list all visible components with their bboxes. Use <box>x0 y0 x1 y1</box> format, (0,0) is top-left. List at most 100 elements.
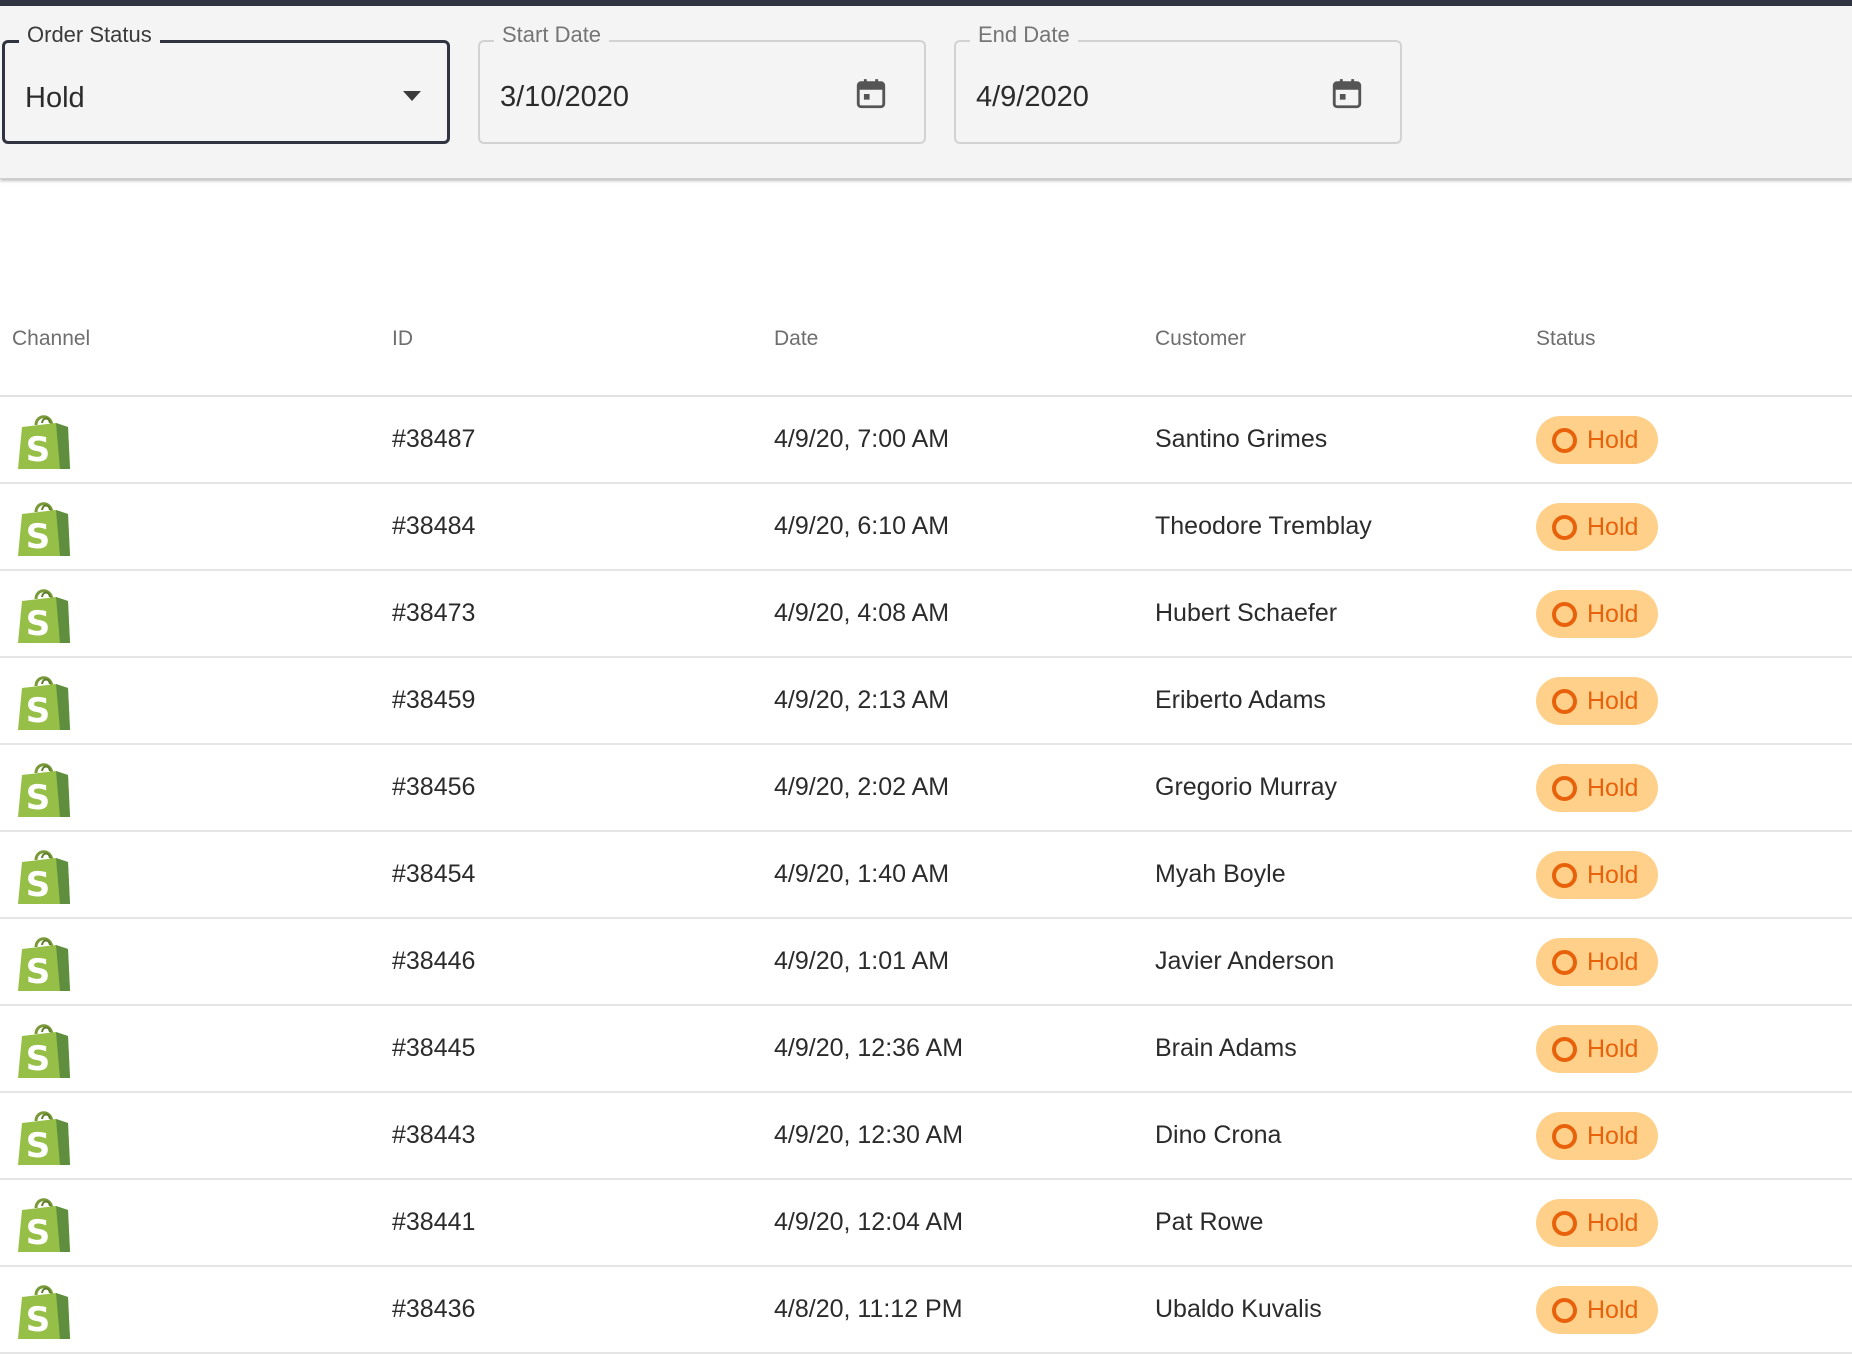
order-status-select[interactable]: Order Status Hold <box>2 22 450 144</box>
svg-text:S: S <box>26 1126 51 1166</box>
order-id[interactable]: #38487 <box>392 424 475 454</box>
shopify-bag-icon: S <box>18 502 70 557</box>
order-id[interactable]: #38445 <box>392 1033 475 1063</box>
order-status-label: Order Status <box>19 22 160 48</box>
shopify-bag-icon: S <box>18 415 70 470</box>
table-row[interactable]: S #38443 4/9/20, 12:30 AM Dino Crona Hol… <box>0 1093 1852 1180</box>
svg-text:S: S <box>26 865 51 905</box>
end-date-field[interactable]: End Date 4/9/2020 <box>954 22 1402 144</box>
status-badge: Hold <box>1536 851 1658 899</box>
table-row[interactable]: S #38487 4/9/20, 7:00 AM Santino Grimes … <box>0 397 1852 484</box>
svg-text:S: S <box>26 691 51 731</box>
table-row[interactable]: S #38441 4/9/20, 12:04 AM Pat Rowe Hold <box>0 1180 1852 1267</box>
order-date: 4/9/20, 12:04 AM <box>774 1208 964 1236</box>
table-row[interactable]: S #38454 4/9/20, 1:40 AM Myah Boyle Hold <box>0 832 1852 919</box>
column-header-id[interactable]: ID <box>392 326 413 352</box>
status-text: Hold <box>1587 687 1639 715</box>
status-text: Hold <box>1587 600 1639 628</box>
order-date: 4/9/20, 6:10 AM <box>774 512 950 540</box>
customer-name: Myah Boyle <box>1155 860 1286 888</box>
order-id[interactable]: #38436 <box>392 1294 475 1324</box>
customer-name: Brain Adams <box>1155 1034 1297 1062</box>
hold-ring-icon <box>1552 862 1577 888</box>
table-row[interactable]: S #38484 4/9/20, 6:10 AM Theodore Trembl… <box>0 484 1852 571</box>
svg-text:S: S <box>26 517 51 557</box>
svg-text:S: S <box>26 1300 51 1340</box>
start-date-label: Start Date <box>494 22 610 48</box>
table-row[interactable]: S #38459 4/9/20, 2:13 AM Eriberto Adams … <box>0 658 1852 745</box>
column-header-date[interactable]: Date <box>774 326 818 352</box>
column-header-status[interactable]: Status <box>1536 326 1596 352</box>
end-date-label: End Date <box>970 22 1078 48</box>
svg-text:S: S <box>26 1213 51 1253</box>
shopify-bag-icon: S <box>18 1111 70 1166</box>
hold-ring-icon <box>1552 1036 1577 1062</box>
order-id[interactable]: #38441 <box>392 1207 475 1237</box>
column-header-channel[interactable]: Channel <box>12 326 90 352</box>
filter-bar: Order Status Hold Start Date 3/10/2020 E… <box>0 6 1852 179</box>
customer-name: Eriberto Adams <box>1155 686 1326 714</box>
order-id[interactable]: #38446 <box>392 946 475 976</box>
hold-ring-icon <box>1552 427 1577 453</box>
hold-ring-icon <box>1552 949 1577 975</box>
order-id[interactable]: #38459 <box>392 685 475 715</box>
status-text: Hold <box>1587 861 1639 889</box>
status-text: Hold <box>1587 1296 1639 1324</box>
status-badge: Hold <box>1536 764 1658 812</box>
status-badge: Hold <box>1536 1025 1658 1073</box>
status-text: Hold <box>1587 1122 1639 1150</box>
shopify-bag-icon: S <box>18 850 70 905</box>
customer-name: Pat Rowe <box>1155 1208 1264 1236</box>
order-date: 4/9/20, 1:01 AM <box>774 947 950 975</box>
calendar-icon[interactable] <box>854 76 888 112</box>
shopify-bag-icon: S <box>18 676 70 731</box>
table-row[interactable]: S #38445 4/9/20, 12:36 AM Brain Adams Ho… <box>0 1006 1852 1093</box>
order-date: 4/9/20, 1:40 AM <box>774 860 950 888</box>
status-badge: Hold <box>1536 1286 1658 1334</box>
status-badge: Hold <box>1536 590 1658 638</box>
order-date: 4/9/20, 4:08 AM <box>774 599 950 627</box>
column-header-customer[interactable]: Customer <box>1155 326 1246 352</box>
order-id[interactable]: #38473 <box>392 598 475 628</box>
shopify-bag-icon: S <box>18 937 70 992</box>
customer-name: Ubaldo Kuvalis <box>1155 1295 1322 1323</box>
status-badge: Hold <box>1536 416 1658 464</box>
table-row[interactable]: S #38446 4/9/20, 1:01 AM Javier Anderson… <box>0 919 1852 1006</box>
svg-text:S: S <box>26 1039 51 1079</box>
order-id[interactable]: #38443 <box>392 1120 475 1150</box>
customer-name: Theodore Tremblay <box>1155 512 1372 540</box>
shopify-bag-icon: S <box>18 589 70 644</box>
chevron-down-icon[interactable] <box>403 91 421 101</box>
customer-name: Dino Crona <box>1155 1121 1282 1149</box>
hold-ring-icon <box>1552 601 1577 627</box>
table-row[interactable]: S #38436 4/8/20, 11:12 PM Ubaldo Kuvalis… <box>0 1267 1852 1354</box>
order-id[interactable]: #38456 <box>392 772 475 802</box>
order-date: 4/9/20, 7:00 AM <box>774 425 950 453</box>
hold-ring-icon <box>1552 514 1577 540</box>
shopify-bag-icon: S <box>18 1024 70 1079</box>
status-badge: Hold <box>1536 938 1658 986</box>
shopify-bag-icon: S <box>18 1285 70 1340</box>
start-date-field[interactable]: Start Date 3/10/2020 <box>478 22 926 144</box>
hold-ring-icon <box>1552 1210 1577 1236</box>
order-id[interactable]: #38454 <box>392 859 475 889</box>
shopify-bag-icon: S <box>18 763 70 818</box>
status-badge: Hold <box>1536 1199 1658 1247</box>
status-text: Hold <box>1587 948 1639 976</box>
table-row[interactable]: S #38473 4/9/20, 4:08 AM Hubert Schaefer… <box>0 571 1852 658</box>
status-text: Hold <box>1587 1035 1639 1063</box>
status-badge: Hold <box>1536 677 1658 725</box>
order-status-value: Hold <box>25 82 85 114</box>
svg-text:S: S <box>26 952 51 992</box>
order-date: 4/8/20, 11:12 PM <box>774 1295 963 1323</box>
table-row[interactable]: S #38456 4/9/20, 2:02 AM Gregorio Murray… <box>0 745 1852 832</box>
end-date-value: 4/9/2020 <box>976 81 1089 113</box>
hold-ring-icon <box>1552 1297 1577 1323</box>
order-id[interactable]: #38484 <box>392 511 475 541</box>
customer-name: Santino Grimes <box>1155 425 1328 453</box>
table-header: Channel ID Date Customer Status <box>0 300 1852 397</box>
calendar-icon[interactable] <box>1330 76 1364 112</box>
customer-name: Javier Anderson <box>1155 947 1335 975</box>
customer-name: Hubert Schaefer <box>1155 599 1338 627</box>
order-date: 4/9/20, 12:30 AM <box>774 1121 964 1149</box>
